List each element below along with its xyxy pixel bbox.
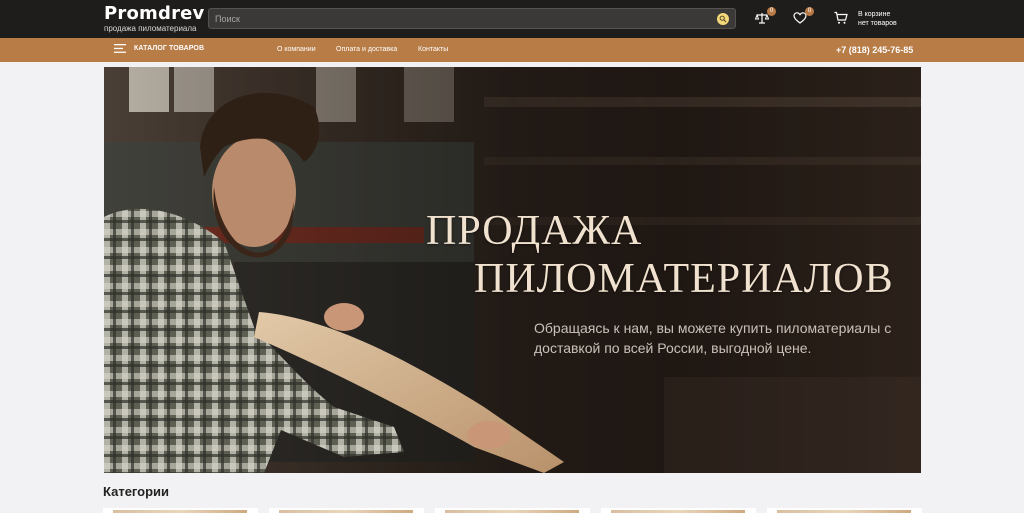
categories-heading: Категории bbox=[103, 484, 170, 499]
top-header: Promdrev продажа пиломатериала 0 0 bbox=[0, 0, 1024, 38]
search-input[interactable] bbox=[215, 11, 705, 27]
category-card[interactable] bbox=[767, 508, 922, 513]
menu-icon bbox=[114, 44, 126, 53]
category-card[interactable] bbox=[435, 508, 590, 513]
cart-status[interactable]: В корзине нет товаров bbox=[858, 10, 897, 28]
compare-button[interactable]: 0 bbox=[754, 7, 776, 27]
cart-icon bbox=[834, 11, 848, 24]
phone-number[interactable]: +7 (818) 245-76-85 bbox=[836, 45, 913, 55]
hero-banner[interactable]: ПРОДАЖА ПИЛОМАТЕРИАЛОВ Обращаясь к нам, … bbox=[104, 67, 921, 473]
catalog-button[interactable]: КАТАЛОГ ТОВАРОВ bbox=[114, 44, 204, 53]
logo-tagline: продажа пиломатериала bbox=[104, 24, 197, 33]
cart-status-line2: нет товаров bbox=[858, 20, 897, 27]
catalog-label: КАТАЛОГ ТОВАРОВ bbox=[134, 45, 205, 52]
nav-link-payment-delivery[interactable]: Оплата и доставка bbox=[336, 46, 397, 53]
nav-link-contacts[interactable]: Контакты bbox=[418, 46, 448, 53]
nav-link-about[interactable]: О компании bbox=[277, 46, 316, 53]
cart-button[interactable] bbox=[834, 11, 850, 27]
favorites-button[interactable]: 0 bbox=[793, 7, 814, 27]
category-card[interactable] bbox=[269, 508, 424, 513]
favorites-count-badge: 0 bbox=[805, 7, 814, 16]
logo[interactable]: Promdrev продажа пиломатериала bbox=[104, 3, 205, 34]
search-button[interactable] bbox=[717, 13, 729, 25]
hero-title-line2: ПИЛОМАТЕРИАЛОВ bbox=[474, 256, 894, 302]
main-nav: КАТАЛОГ ТОВАРОВ О компании Оплата и дост… bbox=[0, 38, 1024, 62]
search-icon bbox=[719, 15, 727, 23]
search-box bbox=[208, 8, 736, 29]
hero-subtitle: Обращаясь к нам, вы можете купить пилома… bbox=[534, 320, 892, 356]
logo-name: Promdrev bbox=[104, 3, 205, 24]
compare-count-badge: 0 bbox=[767, 7, 776, 16]
hero-title-line1: ПРОДАЖА bbox=[426, 208, 643, 254]
category-card[interactable] bbox=[601, 508, 756, 513]
cart-status-line1: В корзине bbox=[858, 11, 891, 18]
category-card[interactable] bbox=[103, 508, 258, 513]
